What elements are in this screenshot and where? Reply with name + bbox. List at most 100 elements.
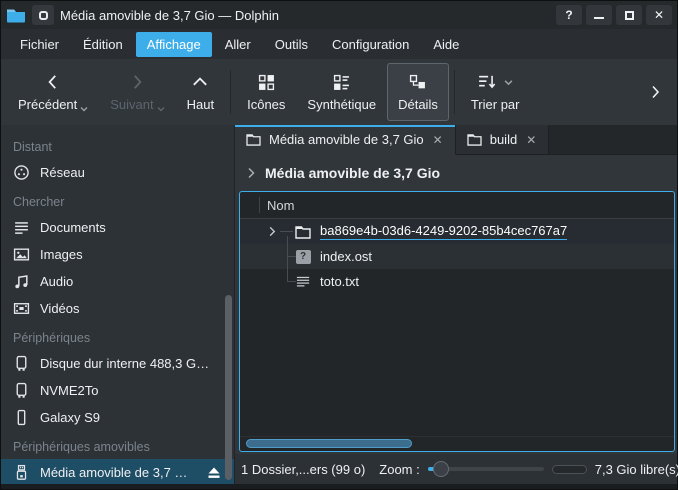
close-button[interactable]: ✕ xyxy=(646,5,672,25)
file-rows: ba869e4b-03d6-4249-9202-85b4cec767a7 ? i… xyxy=(240,219,674,294)
tree-line xyxy=(288,256,296,257)
sidebar-item-documents[interactable]: Documents xyxy=(1,214,234,241)
menubar: Fichier Édition Affichage Aller Outils C… xyxy=(1,29,677,59)
help-button[interactable]: ? xyxy=(556,5,582,25)
file-view: Nom xyxy=(239,191,675,452)
window-controls: ? ✕ xyxy=(556,5,672,25)
file-row-toto-txt[interactable]: toto.txt xyxy=(240,269,674,294)
column-header-row: Nom xyxy=(240,192,674,219)
sidebar-item-images[interactable]: Images xyxy=(1,241,234,268)
sidebar-item-label: Média amovible de 3,7 … xyxy=(40,465,196,480)
close-icon: ✕ xyxy=(433,133,443,147)
sidebar-item-media-amovible[interactable]: Média amovible de 3,7 … xyxy=(1,459,234,484)
tab-build[interactable]: build ✕ xyxy=(456,125,550,155)
menu-aller[interactable]: Aller xyxy=(214,32,262,57)
eject-button[interactable] xyxy=(206,466,222,480)
usb-drive-icon xyxy=(13,464,30,481)
menu-configuration[interactable]: Configuration xyxy=(321,32,420,57)
places-section-chercher: Chercher xyxy=(1,186,234,214)
menu-aide[interactable]: Aide xyxy=(422,32,470,57)
sidebar-item-audio[interactable]: Audio xyxy=(1,268,234,295)
details-view-icon xyxy=(409,72,426,92)
forward-button[interactable]: Suivant xyxy=(99,63,175,121)
tabbar-empty-space[interactable] xyxy=(549,125,677,155)
tab-close-button[interactable]: ✕ xyxy=(525,133,537,147)
tab-label: build xyxy=(490,132,517,147)
expand-chevron-icon[interactable] xyxy=(267,226,277,237)
places-section-peripheriques: Périphériques xyxy=(1,322,234,350)
horizontal-scrollbar-track[interactable] xyxy=(240,436,674,451)
breadcrumb[interactable]: Média amovible de 3,7 Gio xyxy=(235,155,677,191)
folder-icon xyxy=(295,224,311,240)
sort-by-button[interactable]: Trier par xyxy=(460,63,531,121)
text-file-icon xyxy=(295,274,311,290)
help-icon: ? xyxy=(565,8,572,22)
column-header-nom[interactable]: Nom xyxy=(267,198,294,213)
breadcrumb-location[interactable]: Média amovible de 3,7 Gio xyxy=(265,165,440,181)
back-button[interactable]: Précédent xyxy=(7,63,99,121)
chevron-left-icon xyxy=(44,72,62,92)
tab-media-amovible[interactable]: Média amovible de 3,7 Gio ✕ xyxy=(235,125,456,155)
chevron-right-icon xyxy=(128,72,146,92)
tab-label: Média amovible de 3,7 Gio xyxy=(269,132,424,147)
chevron-right-icon xyxy=(246,167,256,179)
up-button[interactable]: Haut xyxy=(176,63,225,121)
zoom-slider-handle[interactable] xyxy=(433,461,449,477)
sidebar-item-videos[interactable]: Vidéos xyxy=(1,295,234,322)
places-section-distant: Distant xyxy=(1,131,234,159)
icons-view-button[interactable]: Icônes xyxy=(236,63,296,121)
toolbar-separator xyxy=(454,70,455,114)
back-menu-caret-icon xyxy=(80,106,88,112)
maximize-button[interactable] xyxy=(616,5,642,25)
minimize-icon xyxy=(594,17,604,19)
tree-line xyxy=(287,236,288,282)
sort-icon xyxy=(478,72,496,92)
menu-fichier[interactable]: Fichier xyxy=(9,32,70,57)
dolphin-window: Média amovible de 3,7 Gio — Dolphin ? ✕ … xyxy=(0,0,678,490)
compact-view-button[interactable]: Synthétique xyxy=(296,63,387,121)
compact-view-icon xyxy=(333,72,350,92)
unknown-file-icon: ? xyxy=(295,249,311,265)
sidebar-item-label: Vidéos xyxy=(40,301,222,316)
view-empty-space[interactable] xyxy=(240,294,674,436)
film-strip-icon xyxy=(13,300,30,317)
window-menu-button[interactable] xyxy=(32,5,54,25)
sidebar-item-label: Réseau xyxy=(40,165,222,180)
file-name[interactable]: toto.txt xyxy=(320,274,359,290)
menu-outils[interactable]: Outils xyxy=(264,32,319,57)
details-view-button[interactable]: Détails xyxy=(387,63,449,121)
sidebar-item-galaxy-s9[interactable]: Galaxy S9 xyxy=(1,404,234,431)
icons-view-label: Icônes xyxy=(247,97,285,112)
sidebar-item-nvme2to[interactable]: NVME2To xyxy=(1,377,234,404)
folder-icon xyxy=(246,133,261,146)
tab-close-button[interactable]: ✕ xyxy=(432,133,444,147)
window-body: Distant Réseau Chercher Documents Images xyxy=(1,125,677,484)
smartphone-icon xyxy=(13,409,30,426)
sidebar-item-label: Images xyxy=(40,247,222,262)
file-name[interactable]: index.ost xyxy=(320,249,372,265)
up-label: Haut xyxy=(187,97,214,112)
statusbar: 1 Dossier,...ers (99 o) Zoom : 7,3 Gio l… xyxy=(235,454,677,484)
file-row-folder[interactable]: ba869e4b-03d6-4249-9202-85b4cec767a7 xyxy=(240,219,674,244)
sidebar-scrollbar[interactable] xyxy=(225,295,232,480)
dolphin-app-icon xyxy=(6,7,26,23)
file-row-index-ost[interactable]: ? index.ost xyxy=(240,244,674,269)
menu-affichage[interactable]: Affichage xyxy=(136,32,212,57)
sidebar-item-label: Documents xyxy=(40,220,222,235)
toolbar-overflow-button[interactable] xyxy=(639,83,671,101)
minimize-button[interactable] xyxy=(586,5,612,25)
zoom-slider[interactable] xyxy=(428,460,544,478)
window-title: Média amovible de 3,7 Gio — Dolphin xyxy=(60,8,550,23)
sidebar-item-reseau[interactable]: Réseau xyxy=(1,159,234,186)
sidebar-item-disque-dur-interne[interactable]: Disque dur interne 488,3 G… xyxy=(1,350,234,377)
chevron-right-icon xyxy=(647,83,663,101)
sidebar-item-label: Galaxy S9 xyxy=(40,410,222,425)
horizontal-scrollbar-thumb[interactable] xyxy=(246,439,412,448)
tree-line xyxy=(280,231,293,232)
forward-label: Suivant xyxy=(110,97,153,112)
file-name[interactable]: ba869e4b-03d6-4249-9202-85b4cec767a7 xyxy=(320,223,567,240)
menu-edition[interactable]: Édition xyxy=(72,32,134,57)
folder-icon xyxy=(467,133,482,146)
items-summary: 1 Dossier,...ers (99 o) xyxy=(241,462,365,477)
sort-by-label: Trier par xyxy=(471,97,520,112)
